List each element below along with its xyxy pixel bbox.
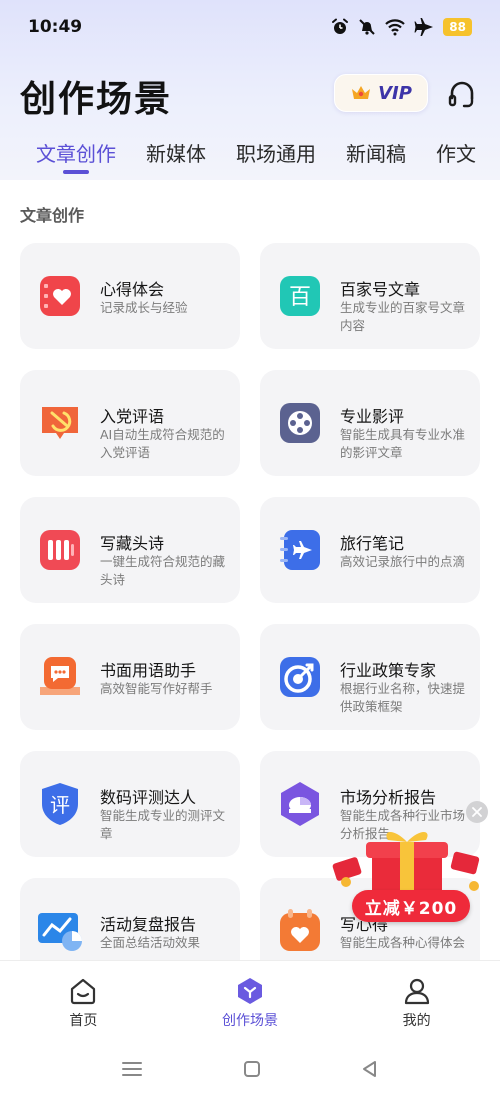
tab-label: 职场通用 [236, 142, 316, 166]
tab-new-media[interactable]: 新媒体 [146, 138, 206, 167]
back-icon[interactable] [361, 1060, 379, 1078]
baijiahao-icon: 百 [280, 276, 320, 316]
bottom-nav: 首页 创作场景 我的 [0, 960, 500, 1038]
card-desc: 记录成长与经验 [100, 300, 188, 315]
scene-card[interactable]: 入党评语 AI自动生成符合规范的入党评语 [20, 370, 240, 476]
heart-notebook-icon [40, 276, 80, 316]
status-bar: 10:49 88 [0, 0, 500, 54]
card-title: 写藏头诗 [100, 534, 165, 553]
card-title: 行业政策专家 [340, 661, 437, 680]
tab-press-release[interactable]: 新闻稿 [346, 138, 406, 167]
headset-icon[interactable] [446, 78, 478, 110]
scene-card[interactable]: 评 数码评测达人 智能生成专业的测评文章 [20, 751, 240, 857]
airplane-mode-icon [414, 18, 434, 36]
shield-review-icon: 评 [42, 783, 78, 825]
nav-profile[interactable]: 我的 [333, 961, 500, 1038]
page-title: 创作场景 [20, 79, 173, 120]
scene-card[interactable]: 活动复盘报告 全面总结活动效果 [20, 878, 240, 960]
status-icons: 88 [331, 18, 472, 36]
scene-card[interactable]: 百 百家号文章 生成专业的百家号文章内容 [260, 243, 480, 349]
scene-card[interactable]: 旅行笔记 高效记录旅行中的点滴 [260, 497, 480, 603]
card-desc: 生成专业的百家号文章内容 [340, 300, 466, 333]
tab-label: 作文 [436, 142, 476, 166]
tab-label: 新媒体 [146, 142, 206, 166]
card-desc: 高效智能写作好帮手 [100, 681, 213, 696]
airplane-notebook-icon [280, 530, 320, 570]
nav-label: 我的 [402, 1013, 431, 1029]
card-title: 书面用语助手 [100, 661, 197, 680]
scene-card[interactable]: 心得体会 记录成长与经验 [20, 243, 240, 349]
card-desc: 根据行业名称，快速提供政策框架 [340, 681, 466, 714]
card-desc: 一键生成符合规范的藏头诗 [100, 554, 226, 587]
vip-button[interactable]: VIP [334, 74, 428, 112]
party-emblem-icon [42, 407, 78, 439]
card-title: 活动复盘报告 [100, 915, 197, 934]
status-time: 10:49 [28, 17, 83, 37]
card-desc: 智能生成专业的测评文章 [100, 808, 226, 841]
card-title: 百家号文章 [340, 280, 421, 299]
promo-label: 立减￥200 [352, 890, 470, 922]
person-icon [404, 978, 429, 1005]
card-title: 心得体会 [100, 280, 165, 299]
card-title: 数码评测达人 [100, 788, 197, 807]
vip-label: VIP [378, 82, 412, 104]
wifi-icon [385, 19, 406, 36]
card-title: 入党评语 [100, 407, 165, 426]
system-nav-bar [0, 1038, 500, 1100]
hexagon-chart-icon [281, 782, 319, 826]
card-title: 市场分析报告 [340, 788, 437, 807]
crown-icon [352, 86, 371, 99]
card-title: 专业影评 [340, 407, 405, 426]
card-desc: 智能生成具有专业水准的影评文章 [340, 427, 466, 460]
scene-card[interactable]: 书面用语助手 高效智能写作好帮手 [20, 624, 240, 730]
nav-home[interactable]: 首页 [0, 961, 167, 1038]
tab-label: 新闻稿 [346, 142, 406, 166]
card-desc: AI自动生成符合规范的入党评语 [100, 427, 225, 460]
home-square-icon[interactable] [243, 1060, 261, 1078]
scene-card[interactable]: 专业影评 智能生成具有专业水准的影评文章 [260, 370, 480, 476]
category-tabs: 文章创作 新媒体 职场通用 新闻稿 作文 [0, 138, 500, 182]
chat-book-icon [40, 657, 80, 695]
mute-bell-icon [359, 19, 376, 35]
home-icon [71, 978, 96, 1005]
card-title: 旅行笔记 [340, 534, 405, 553]
battery-indicator: 88 [443, 18, 472, 36]
svg-text:百: 百 [289, 285, 311, 310]
scene-card[interactable]: 行业政策专家 根据行业名称，快速提供政策框架 [260, 624, 480, 730]
tab-essay[interactable]: 作文 [436, 138, 476, 167]
nav-label: 首页 [69, 1013, 98, 1029]
close-icon [472, 807, 482, 817]
heart-clipboard-icon [280, 909, 320, 951]
create-hexagon-icon [238, 978, 262, 1004]
svg-text:评: 评 [50, 793, 70, 817]
promo-gift-banner[interactable]: 立减￥200 [324, 826, 490, 938]
tab-workplace[interactable]: 职场通用 [236, 138, 316, 167]
menu-icon[interactable] [121, 1060, 143, 1078]
tab-active-indicator [63, 170, 89, 174]
poem-scroll-icon [40, 530, 80, 570]
alarm-icon [332, 18, 349, 34]
nav-label: 创作场景 [222, 1013, 278, 1029]
presentation-chart-icon [38, 913, 82, 951]
promo-close-button[interactable] [466, 801, 488, 823]
film-reel-icon [280, 403, 320, 443]
card-desc: 高效记录旅行中的点滴 [340, 554, 466, 569]
target-icon [280, 657, 320, 697]
card-desc: 全面总结活动效果 [100, 935, 201, 950]
tab-label: 文章创作 [36, 142, 116, 166]
nav-create[interactable]: 创作场景 [167, 961, 334, 1038]
scene-card[interactable]: 写藏头诗 一键生成符合规范的藏头诗 [20, 497, 240, 603]
tab-article[interactable]: 文章创作 [36, 138, 116, 174]
section-title: 文章创作 [20, 206, 85, 225]
